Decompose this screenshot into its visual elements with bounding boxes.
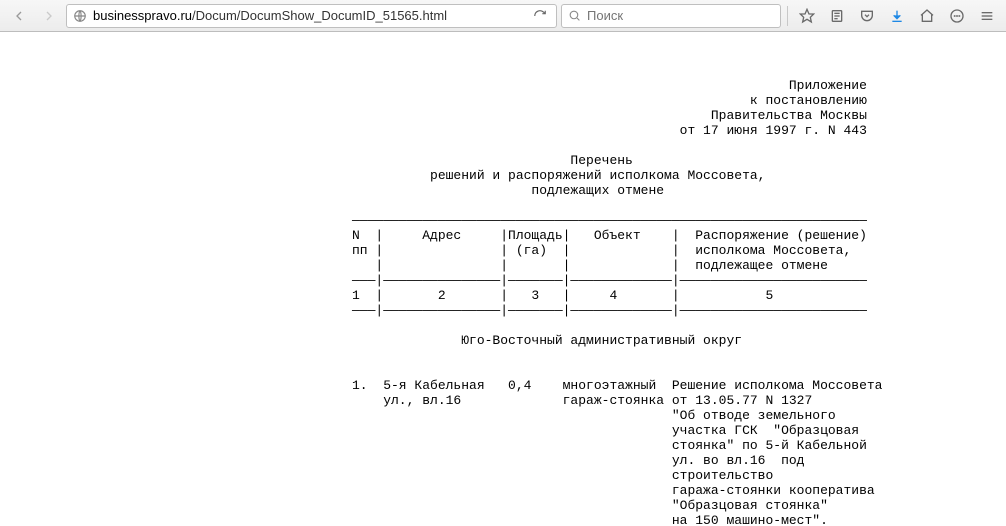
browser-toolbar: businesspravo.ru/Docum/DocumShow_DocumID… [0,0,1006,32]
globe-icon [73,9,87,23]
search-bar[interactable] [561,4,781,28]
document-body: Приложение к постановлению Правительства… [0,32,1006,526]
search-input[interactable] [587,8,774,23]
url-text: businesspravo.ru/Docum/DocumShow_DocumID… [93,8,524,23]
pocket-button[interactable] [854,4,880,28]
downloads-button[interactable] [884,4,910,28]
toolbar-separator [787,6,788,26]
reload-button[interactable] [530,6,550,26]
reader-button[interactable] [824,4,850,28]
content-viewport: Приложение к постановлению Правительства… [0,32,1006,526]
chat-button[interactable] [944,4,970,28]
back-button[interactable] [6,4,32,28]
home-button[interactable] [914,4,940,28]
url-bar[interactable]: businesspravo.ru/Docum/DocumShow_DocumID… [66,4,557,28]
forward-button[interactable] [36,4,62,28]
menu-button[interactable] [974,4,1000,28]
bookmark-star-button[interactable] [794,4,820,28]
search-icon [568,9,581,22]
